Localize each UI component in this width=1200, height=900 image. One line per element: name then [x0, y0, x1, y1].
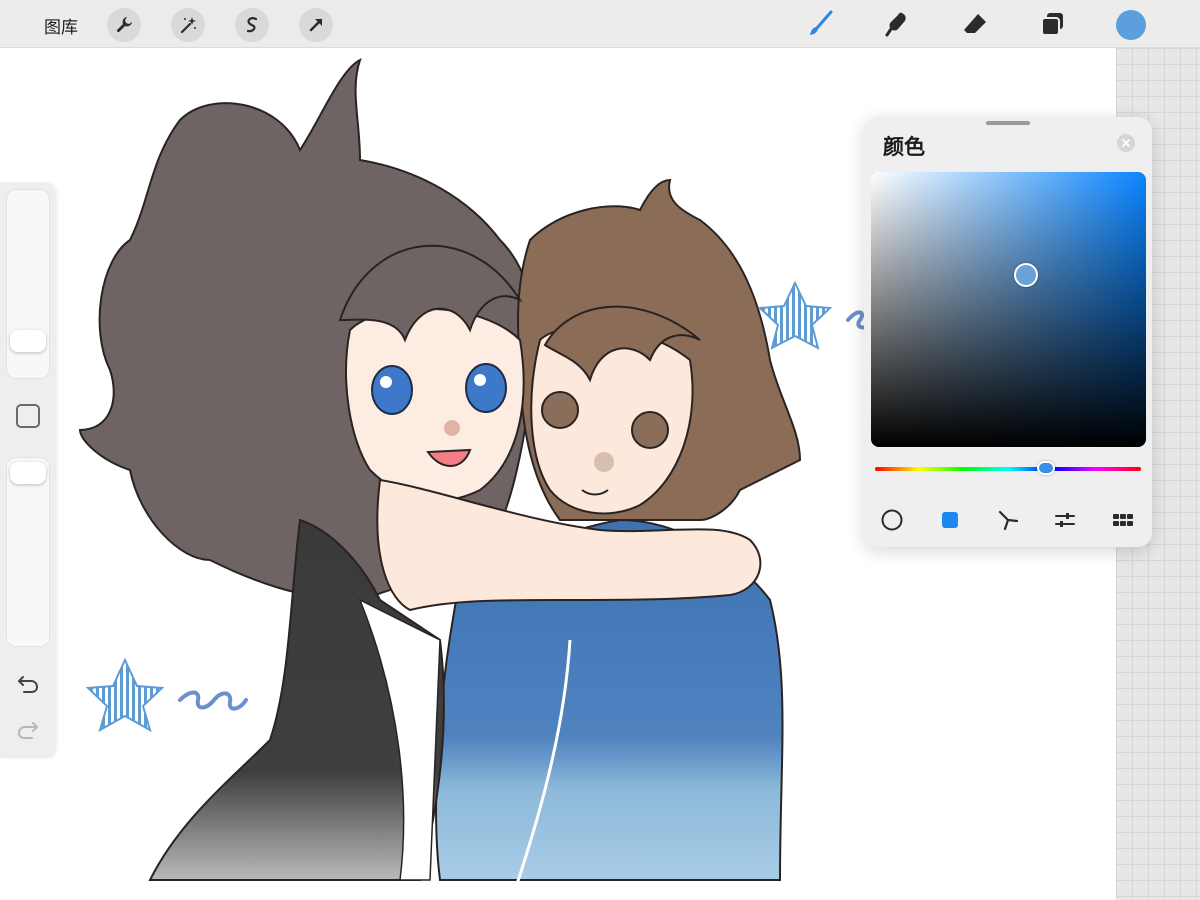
layers-icon[interactable]: [1035, 6, 1071, 42]
procreate-screen: 图库 颜色: [0, 0, 1200, 900]
redo-icon[interactable]: [14, 717, 42, 743]
opacity-thumb[interactable]: [10, 462, 46, 484]
eraser-icon[interactable]: [957, 6, 993, 42]
panel-title: 颜色: [883, 135, 925, 159]
palettes-mode-icon[interactable]: [1110, 508, 1136, 532]
brush-size-thumb[interactable]: [10, 330, 46, 352]
color-panel: 颜色: [864, 117, 1152, 547]
classic-mode-icon[interactable]: [937, 508, 963, 532]
hue-slider[interactable]: [875, 467, 1141, 471]
close-icon[interactable]: [1117, 134, 1135, 152]
top-toolbar: 图库: [0, 0, 1200, 48]
magic-wand-icon[interactable]: [171, 8, 205, 42]
smudge-icon[interactable]: [879, 6, 915, 42]
color-picker-marker[interactable]: [1014, 263, 1038, 287]
left-sidebar: [0, 183, 56, 758]
modify-button[interactable]: [16, 404, 40, 428]
saturation-value-picker[interactable]: [871, 172, 1146, 447]
brush-icon[interactable]: [802, 6, 838, 42]
opacity-slider[interactable]: [6, 457, 50, 647]
value-mode-icon[interactable]: [1052, 508, 1078, 532]
arrow-icon[interactable]: [299, 8, 333, 42]
undo-icon[interactable]: [14, 671, 42, 697]
gallery-button[interactable]: 图库: [44, 13, 78, 38]
harmony-mode-icon[interactable]: [995, 508, 1021, 532]
hue-slider-thumb[interactable]: [1037, 461, 1055, 475]
disc-mode-icon[interactable]: [879, 508, 905, 532]
brush-size-slider[interactable]: [6, 189, 50, 379]
wrench-icon[interactable]: [107, 8, 141, 42]
panel-grabber[interactable]: [986, 121, 1030, 125]
current-color-button[interactable]: [1116, 10, 1146, 40]
selection-icon[interactable]: [235, 8, 269, 42]
